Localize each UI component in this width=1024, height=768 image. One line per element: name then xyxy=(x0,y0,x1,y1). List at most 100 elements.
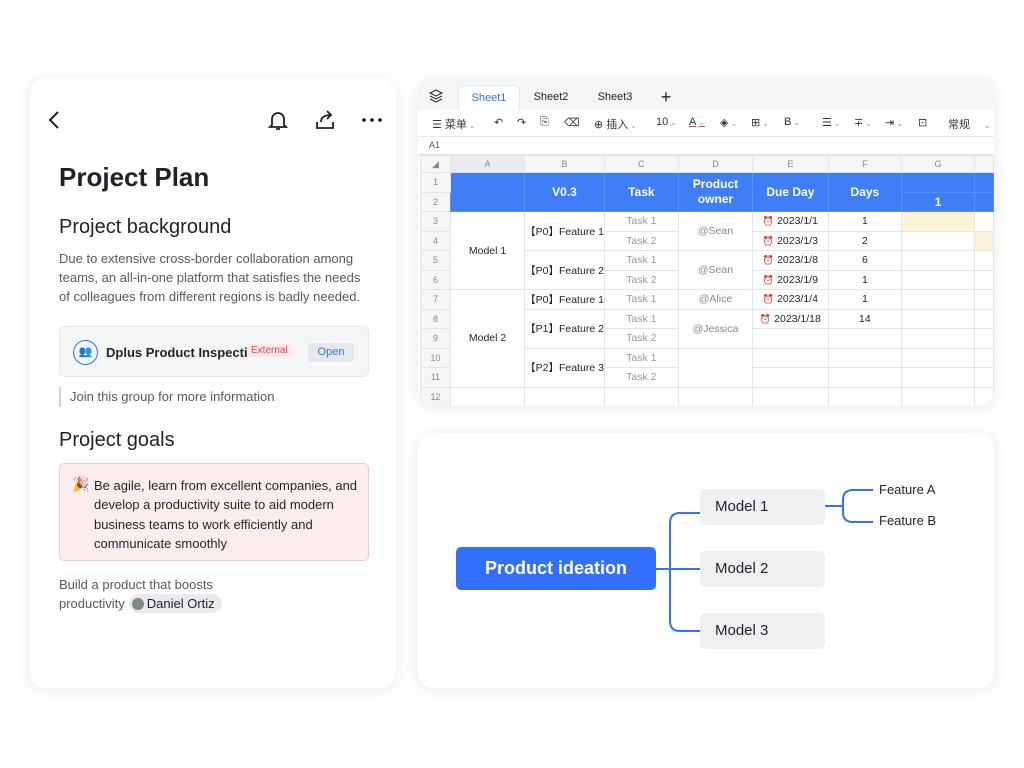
column-header[interactable] xyxy=(973,155,994,173)
mindmap-node[interactable]: Model 1 xyxy=(700,489,825,525)
cell[interactable] xyxy=(752,347,829,368)
cell[interactable] xyxy=(901,386,975,406)
cell[interactable]: Task 1 xyxy=(603,289,679,310)
cell[interactable] xyxy=(827,328,903,349)
cell[interactable]: 1 xyxy=(901,191,975,212)
cell[interactable] xyxy=(901,230,975,251)
cell[interactable] xyxy=(901,211,975,232)
layers-icon[interactable] xyxy=(429,89,443,103)
cell[interactable] xyxy=(603,386,679,406)
cell[interactable] xyxy=(901,269,975,290)
cell[interactable]: 【P2】Feature 3 xyxy=(524,347,605,388)
cell[interactable]: 【P0】Feature 2 xyxy=(524,250,605,290)
tab-sheet2[interactable]: Sheet2 xyxy=(520,85,582,110)
cell[interactable] xyxy=(973,347,994,368)
merge-icon[interactable]: ⊡ xyxy=(918,116,927,129)
cell[interactable]: 1 xyxy=(827,289,903,310)
cell[interactable]: 2 xyxy=(827,230,903,251)
cell[interactable]: Task xyxy=(603,172,679,212)
cell[interactable]: ⏰ 2023/1/4 xyxy=(752,289,829,310)
cell[interactable] xyxy=(901,347,975,368)
cell[interactable]: Model 2 xyxy=(449,289,526,388)
column-header[interactable]: A xyxy=(449,155,526,173)
cell[interactable] xyxy=(827,347,903,368)
row-header[interactable]: 1 xyxy=(420,172,451,193)
cell[interactable] xyxy=(677,347,754,388)
cell[interactable] xyxy=(901,367,975,388)
cell[interactable]: Task 1 xyxy=(603,347,679,368)
row-header[interactable]: 3 xyxy=(420,211,451,232)
cell[interactable]: 6 xyxy=(827,250,903,271)
cell[interactable]: 14 xyxy=(827,308,903,329)
back-icon[interactable] xyxy=(43,108,67,132)
cell[interactable] xyxy=(524,386,605,406)
cell[interactable] xyxy=(973,172,994,193)
cell[interactable] xyxy=(973,191,994,212)
cell[interactable] xyxy=(973,289,994,310)
cell[interactable]: 1 xyxy=(827,211,903,232)
cell[interactable]: Due Day xyxy=(752,172,829,212)
cell[interactable] xyxy=(752,367,829,388)
cell[interactable] xyxy=(449,386,526,406)
cell[interactable] xyxy=(677,386,754,406)
group-card[interactable]: 👥 Dplus Product Inspection External Open xyxy=(59,326,369,377)
cell[interactable] xyxy=(752,386,829,406)
cell[interactable] xyxy=(973,367,994,388)
mention-chip[interactable]: Daniel Ortiz xyxy=(128,594,222,613)
open-button[interactable]: Open xyxy=(308,343,354,362)
more-icon[interactable] xyxy=(360,108,384,132)
cell[interactable]: @Alice xyxy=(677,289,754,310)
row-header[interactable]: 12 xyxy=(420,386,451,406)
row-header[interactable]: 11 xyxy=(420,367,451,388)
cell[interactable] xyxy=(901,328,975,349)
cell[interactable] xyxy=(901,172,975,193)
bell-icon[interactable] xyxy=(266,108,290,132)
cell[interactable] xyxy=(901,250,975,271)
cell[interactable] xyxy=(973,328,994,349)
eraser-icon[interactable]: ⌫ xyxy=(564,116,580,129)
mindmap-leaf[interactable]: Feature B xyxy=(879,513,936,528)
cell[interactable]: Task 2 xyxy=(603,367,679,388)
column-header[interactable]: G xyxy=(901,155,975,173)
cell[interactable] xyxy=(973,386,994,406)
row-header[interactable]: 7 xyxy=(420,289,451,310)
cell[interactable]: @Sean xyxy=(677,250,754,290)
row-header[interactable]: 6 xyxy=(420,269,451,290)
number-format-select[interactable]: 常规 ⌄ xyxy=(948,116,991,132)
tab-sheet1[interactable]: Sheet1 xyxy=(458,85,520,110)
cell[interactable] xyxy=(973,230,994,251)
cell[interactable] xyxy=(973,211,994,232)
cell[interactable]: 1 xyxy=(827,269,903,290)
select-all-corner[interactable]: ◢ xyxy=(420,155,451,173)
row-header[interactable]: 2 xyxy=(420,191,451,212)
wrap-icon[interactable]: ⇥ ⌄ xyxy=(885,116,903,129)
menu-button[interactable]: ☰ 菜单 ⌄ xyxy=(432,116,476,132)
vertical-align-icon[interactable]: ∓ ⌄ xyxy=(854,116,872,129)
column-header[interactable]: B xyxy=(524,155,605,173)
mindmap-root[interactable]: Product ideation xyxy=(456,547,656,590)
cell[interactable] xyxy=(901,308,975,329)
add-sheet-button[interactable]: + xyxy=(654,85,678,110)
insert-button[interactable]: ⊕ 插入 ⌄ xyxy=(594,116,637,132)
cell[interactable]: V0.3 xyxy=(524,172,605,212)
column-header[interactable]: E xyxy=(752,155,829,173)
cell[interactable] xyxy=(901,289,975,310)
cell[interactable]: Days xyxy=(827,172,903,212)
cell[interactable]: Task 1 xyxy=(603,211,679,232)
cell[interactable] xyxy=(827,386,903,406)
cell[interactable]: 【P1】Feature 2 xyxy=(524,308,605,349)
cell[interactable]: 【P0】Feature 1 xyxy=(524,289,605,310)
format-painter-icon[interactable]: ⎘ xyxy=(540,116,549,129)
cell[interactable]: Product owner xyxy=(677,172,754,212)
cell[interactable]: Model 1 xyxy=(449,211,526,290)
cell[interactable]: 【P0】Feature 1 xyxy=(524,211,605,251)
cell[interactable]: @Sean xyxy=(677,211,754,251)
redo-icon[interactable]: ↷ xyxy=(517,116,526,129)
fill-color-icon[interactable]: ◈ ⌄ xyxy=(720,116,737,129)
cell[interactable]: ⏰ 2023/1/9 xyxy=(752,269,829,290)
cell[interactable]: Task 2 xyxy=(603,269,679,290)
cell[interactable] xyxy=(973,269,994,290)
row-header[interactable]: 8 xyxy=(420,308,451,329)
cell[interactable]: @Jessica xyxy=(677,308,754,349)
column-header[interactable]: F xyxy=(827,155,903,173)
